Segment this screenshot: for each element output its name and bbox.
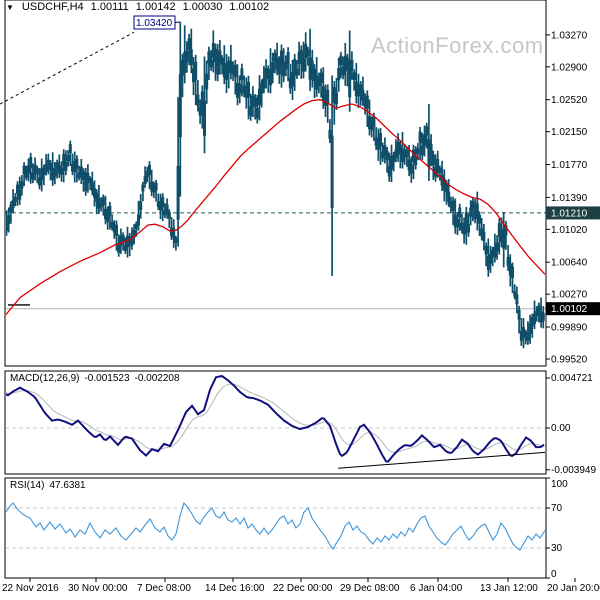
chart-title: ▼ USDCHF,H4 1.00111 1.00142 1.00030 1.00… — [6, 1, 269, 13]
candles-layer — [6, 21, 545, 349]
macd-signal-line — [6, 383, 545, 453]
svg-text:-0.003949: -0.003949 — [551, 465, 596, 476]
svg-text:100: 100 — [551, 479, 568, 490]
svg-text:30 Nov 00:00: 30 Nov 00:00 — [68, 583, 128, 594]
svg-text:1.01020: 1.01020 — [551, 225, 588, 236]
quote-open: 1.00111 — [90, 1, 129, 13]
svg-text:0.99890: 0.99890 — [551, 323, 588, 334]
chart-canvas[interactable]: 1.03420 1.03270 1.02900 1.02520 1.02150 1.017… — [0, 0, 600, 600]
macd-name: MACD(12,26,9) — [10, 373, 80, 384]
svg-text:1.00640: 1.00640 — [551, 258, 588, 269]
macd-panel-layer — [6, 375, 545, 469]
svg-text:1.01210: 1.01210 — [551, 208, 588, 219]
svg-text:1.00102: 1.00102 — [551, 304, 588, 315]
svg-text:1.02520: 1.02520 — [551, 95, 588, 106]
svg-text:1.03270: 1.03270 — [551, 30, 588, 41]
svg-text:14 Dec 16:00: 14 Dec 16:00 — [205, 583, 265, 594]
rsi-line — [6, 501, 545, 551]
rsi-indicator-label: RSI(14) 47.6381 — [10, 480, 86, 491]
quote-low: 1.00030 — [182, 1, 223, 13]
svg-text:20 Jan 20:00: 20 Jan 20:00 — [547, 583, 600, 594]
annotation-text: 1.03420 — [136, 18, 173, 29]
svg-text:22 Nov 2016: 22 Nov 2016 — [2, 583, 59, 594]
svg-text:22 Dec 00:00: 22 Dec 00:00 — [273, 583, 333, 594]
svg-text:1.00270: 1.00270 — [551, 290, 588, 301]
symbol-timeframe: USDCHF,H4 — [21, 1, 84, 13]
svg-text:0: 0 — [551, 569, 557, 580]
rsi-panel-layer — [6, 501, 545, 551]
price-tag: 1.00102 — [546, 302, 600, 316]
svg-text:1.02900: 1.02900 — [551, 62, 588, 73]
svg-text:30: 30 — [551, 543, 563, 554]
price-tag: 1.01210 — [546, 206, 600, 220]
svg-text:13 Jan 12:00: 13 Jan 12:00 — [480, 583, 538, 594]
quote-high: 1.00142 — [135, 1, 176, 13]
svg-text:6 Jan 04:00: 6 Jan 04:00 — [410, 583, 463, 594]
mt4-chart-window: { "title": { "arrow": "▼", "symbol": "US… — [0, 0, 600, 600]
annotation-connector — [174, 21, 181, 23]
svg-text:70: 70 — [551, 503, 563, 514]
svg-text:1.01390: 1.01390 — [551, 193, 588, 204]
quote-close: 1.00102 — [229, 1, 270, 13]
svg-text:0.99520: 0.99520 — [551, 354, 588, 365]
macd-trendline — [337, 451, 545, 469]
macd-indicator-label: MACD(12,26,9) -0.001523 -0.002208 — [10, 373, 180, 384]
svg-text:0.004721: 0.004721 — [551, 373, 593, 384]
svg-text:1.01770: 1.01770 — [551, 160, 588, 171]
dashed-trendline — [0, 31, 135, 105]
macd-main-line — [6, 375, 545, 463]
red-ma-line — [6, 99, 545, 316]
panel-frames — [4, 0, 547, 579]
rsi-name: RSI(14) — [10, 480, 45, 491]
svg-text:1.02150: 1.02150 — [551, 127, 588, 138]
high-price-annotation[interactable]: 1.03420 — [133, 15, 181, 30]
rsi-value: 47.6381 — [49, 480, 86, 491]
svg-text:29 Dec 08:00: 29 Dec 08:00 — [340, 583, 400, 594]
svg-text:0.00: 0.00 — [551, 423, 571, 434]
date-axis: 22 Nov 2016 30 Nov 00:00 7 Dec 08:00 14 Dec… — [2, 578, 600, 594]
svg-text:7 Dec 08:00: 7 Dec 08:00 — [137, 583, 191, 594]
macd-value-signal: -0.002208 — [134, 373, 180, 384]
macd-value-main: -0.001523 — [84, 373, 130, 384]
symbol-dropdown-icon[interactable]: ▼ — [6, 3, 14, 12]
